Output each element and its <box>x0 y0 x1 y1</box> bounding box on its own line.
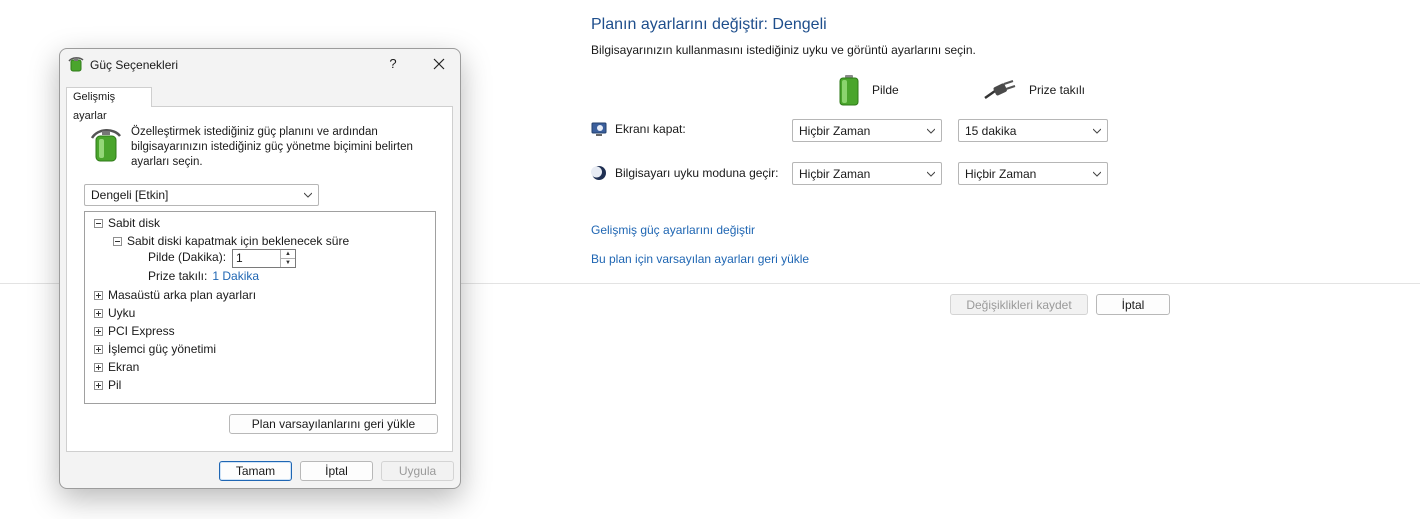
tab-advanced-settings[interactable]: Gelişmiş ayarlar <box>66 87 152 122</box>
chevron-down-icon <box>927 128 935 134</box>
save-changes-button[interactable]: Değişiklikleri kaydet <box>950 294 1088 315</box>
restore-defaults-link[interactable]: Bu plan için varsayılan ayarları geri yü… <box>591 252 809 266</box>
expand-icon[interactable] <box>94 308 103 318</box>
tree-label: Sabit diski kapatmak için beklenecek sür… <box>127 234 350 248</box>
cancel-button[interactable]: İptal <box>1096 294 1170 315</box>
moon-icon <box>591 166 606 180</box>
tree-item-turn-off-disk[interactable]: Sabit diski kapatmak için beklenecek sür… <box>113 234 349 248</box>
column-label-battery: Pilde <box>872 83 899 97</box>
sleep-battery-value: Hiçbir Zaman <box>799 166 871 181</box>
tree-label: Sabit disk <box>108 216 161 230</box>
sleep-plugged-value: Hiçbir Zaman <box>965 166 1037 181</box>
chevron-down-icon <box>1093 171 1101 177</box>
column-label-plugged: Prize takılı <box>1029 83 1086 97</box>
chevron-down-icon <box>1093 128 1101 134</box>
expand-icon[interactable] <box>94 362 103 372</box>
battery-plug-icon <box>90 129 121 162</box>
tree-item-sleep[interactable]: Uyku <box>94 306 135 320</box>
tree-item-desktop-background[interactable]: Masaüstü arka plan ayarları <box>94 288 256 302</box>
dialog-title: Güç Seçenekleri <box>90 58 179 72</box>
chevron-down-icon <box>304 192 312 198</box>
plug-icon <box>984 80 1016 100</box>
tree-label: Masaüstü arka plan ayarları <box>108 288 257 302</box>
dialog-cancel-button[interactable]: İptal <box>300 461 373 481</box>
spinner-value[interactable]: 1 <box>233 250 280 267</box>
expand-icon[interactable] <box>94 290 103 300</box>
tree-label: Uyku <box>108 306 136 320</box>
sleep-battery-select[interactable]: Hiçbir Zaman <box>792 162 942 185</box>
display-label: Ekranı kapat: <box>615 122 686 136</box>
tree-label: PCI Express <box>108 324 175 338</box>
plugged-in-label: Prize takılı: <box>148 269 208 283</box>
tree-item-display[interactable]: Ekran <box>94 360 139 374</box>
page-title: Planın ayarlarını değiştir: Dengeli <box>591 16 827 33</box>
expand-icon[interactable] <box>94 326 103 336</box>
row-label-sleep: Bilgisayarı uyku moduna geçir: <box>591 165 778 181</box>
tree-item-processor-power[interactable]: İşlemci güç yönetimi <box>94 342 216 356</box>
intro-text: Özelleştirmek istediğiniz güç planını ve… <box>131 126 413 168</box>
monitor-icon <box>591 122 607 136</box>
plugged-in-value-link[interactable]: 1 Dakika <box>212 269 259 283</box>
column-header-battery: Pilde <box>838 74 899 106</box>
power-options-icon <box>68 57 84 72</box>
apply-button[interactable]: Uygula <box>381 461 454 481</box>
page-subtitle: Bilgisayarınızın kullanmasını istediğini… <box>591 43 976 57</box>
plan-select[interactable]: Dengeli [Etkin] <box>84 184 319 206</box>
display-off-battery-select[interactable]: Hiçbir Zaman <box>792 119 942 142</box>
tree-item-pci-express[interactable]: PCI Express <box>94 324 175 338</box>
dialog-titlebar[interactable]: Güç Seçenekleri ? <box>60 49 460 79</box>
restore-plan-defaults-button[interactable]: Plan varsayılanlarını geri yükle <box>229 414 438 434</box>
collapse-icon[interactable] <box>113 236 122 246</box>
chevron-down-icon <box>927 171 935 177</box>
spin-down-icon[interactable]: ▼ <box>281 259 295 267</box>
collapse-icon[interactable] <box>94 218 103 228</box>
display-off-battery-value: Hiçbir Zaman <box>799 123 871 138</box>
expand-icon[interactable] <box>94 380 103 390</box>
row-label-display: Ekranı kapat: <box>591 121 686 137</box>
tree-label: İşlemci güç yönetimi <box>108 342 217 356</box>
tree-item-hard-disk[interactable]: Sabit disk <box>94 216 160 230</box>
on-battery-minutes-spinner[interactable]: 1 ▲ ▼ <box>232 249 296 268</box>
tree-item-plugged-in[interactable]: Prize takılı: 1 Dakika <box>148 269 259 283</box>
sleep-label: Bilgisayarı uyku moduna geçir: <box>615 166 779 180</box>
plan-select-value: Dengeli [Etkin] <box>91 188 169 202</box>
column-header-plugged: Prize takılı <box>983 74 1085 106</box>
expand-icon[interactable] <box>94 344 103 354</box>
advanced-settings-link[interactable]: Gelişmiş güç ayarlarını değiştir <box>591 223 755 237</box>
ok-button[interactable]: Tamam <box>219 461 292 481</box>
help-button[interactable]: ? <box>382 53 404 75</box>
close-button[interactable] <box>428 53 450 75</box>
spinner-arrows[interactable]: ▲ ▼ <box>280 250 295 267</box>
tree-label: Pil <box>108 378 122 392</box>
on-battery-label: Pilde (Dakika): <box>148 250 227 264</box>
tree-label: Ekran <box>108 360 140 374</box>
power-options-dialog: Güç Seçenekleri ? Gelişmiş ayarlar Özell… <box>59 48 461 489</box>
close-icon <box>433 58 445 70</box>
tree-item-battery[interactable]: Pil <box>94 378 121 392</box>
display-off-plugged-select[interactable]: 15 dakika <box>958 119 1108 142</box>
spin-up-icon[interactable]: ▲ <box>281 250 295 259</box>
settings-tree[interactable]: Sabit disk Sabit diski kapatmak için bek… <box>84 211 436 404</box>
battery-icon <box>839 75 859 106</box>
display-off-plugged-value: 15 dakika <box>965 123 1017 138</box>
sleep-plugged-select[interactable]: Hiçbir Zaman <box>958 162 1108 185</box>
